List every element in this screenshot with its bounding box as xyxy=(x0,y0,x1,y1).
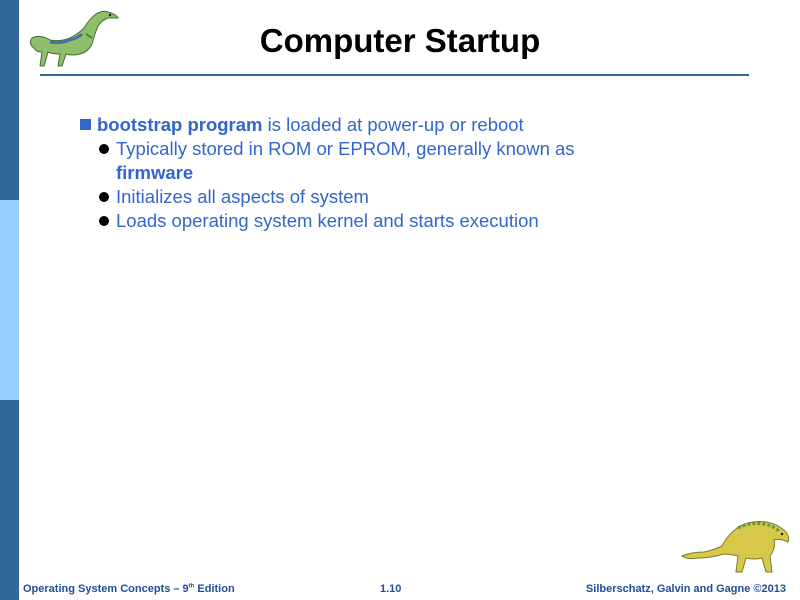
square-bullet-icon xyxy=(80,119,91,130)
bullet-level1: bootstrap program is loaded at power-up … xyxy=(78,113,718,137)
left-sidebar-stripe xyxy=(0,0,19,600)
round-bullet-icon xyxy=(99,144,109,154)
bullet-text: is loaded at power-up or reboot xyxy=(262,114,524,135)
footer-book-prefix: Operating System Concepts – 9 xyxy=(23,583,189,595)
sidebar-segment-bottom xyxy=(0,400,19,600)
dinosaur-icon xyxy=(680,521,790,573)
slide-content: bootstrap program is loaded at power-up … xyxy=(78,113,718,233)
keyword-firmware: firmware xyxy=(116,162,194,183)
bullet-level2: Loads operating system kernel and starts… xyxy=(78,209,718,233)
bullet-text: Loads operating system kernel and starts… xyxy=(116,210,539,231)
bullet-level2: Typically stored in ROM or EPROM, genera… xyxy=(78,137,718,185)
footer-book-suffix: Edition xyxy=(194,583,235,595)
sidebar-segment-middle xyxy=(0,200,19,400)
round-bullet-icon xyxy=(99,216,109,226)
footer-page-number: 1.10 xyxy=(380,583,402,595)
bullet-level2: Initializes all aspects of system xyxy=(78,185,718,209)
round-bullet-icon xyxy=(99,192,109,202)
title-underline xyxy=(40,74,749,76)
keyword-bootstrap-program: bootstrap program xyxy=(97,114,263,135)
footer-book-title: Operating System Concepts – 9th Edition xyxy=(23,583,235,595)
slide-title: Computer Startup xyxy=(259,22,541,59)
bullet-text: Typically stored in ROM or EPROM, genera… xyxy=(116,138,575,159)
bullet-text: Initializes all aspects of system xyxy=(116,186,369,207)
footer-authors: Silberschatz, Galvin and Gagne ©2013 xyxy=(585,583,786,595)
